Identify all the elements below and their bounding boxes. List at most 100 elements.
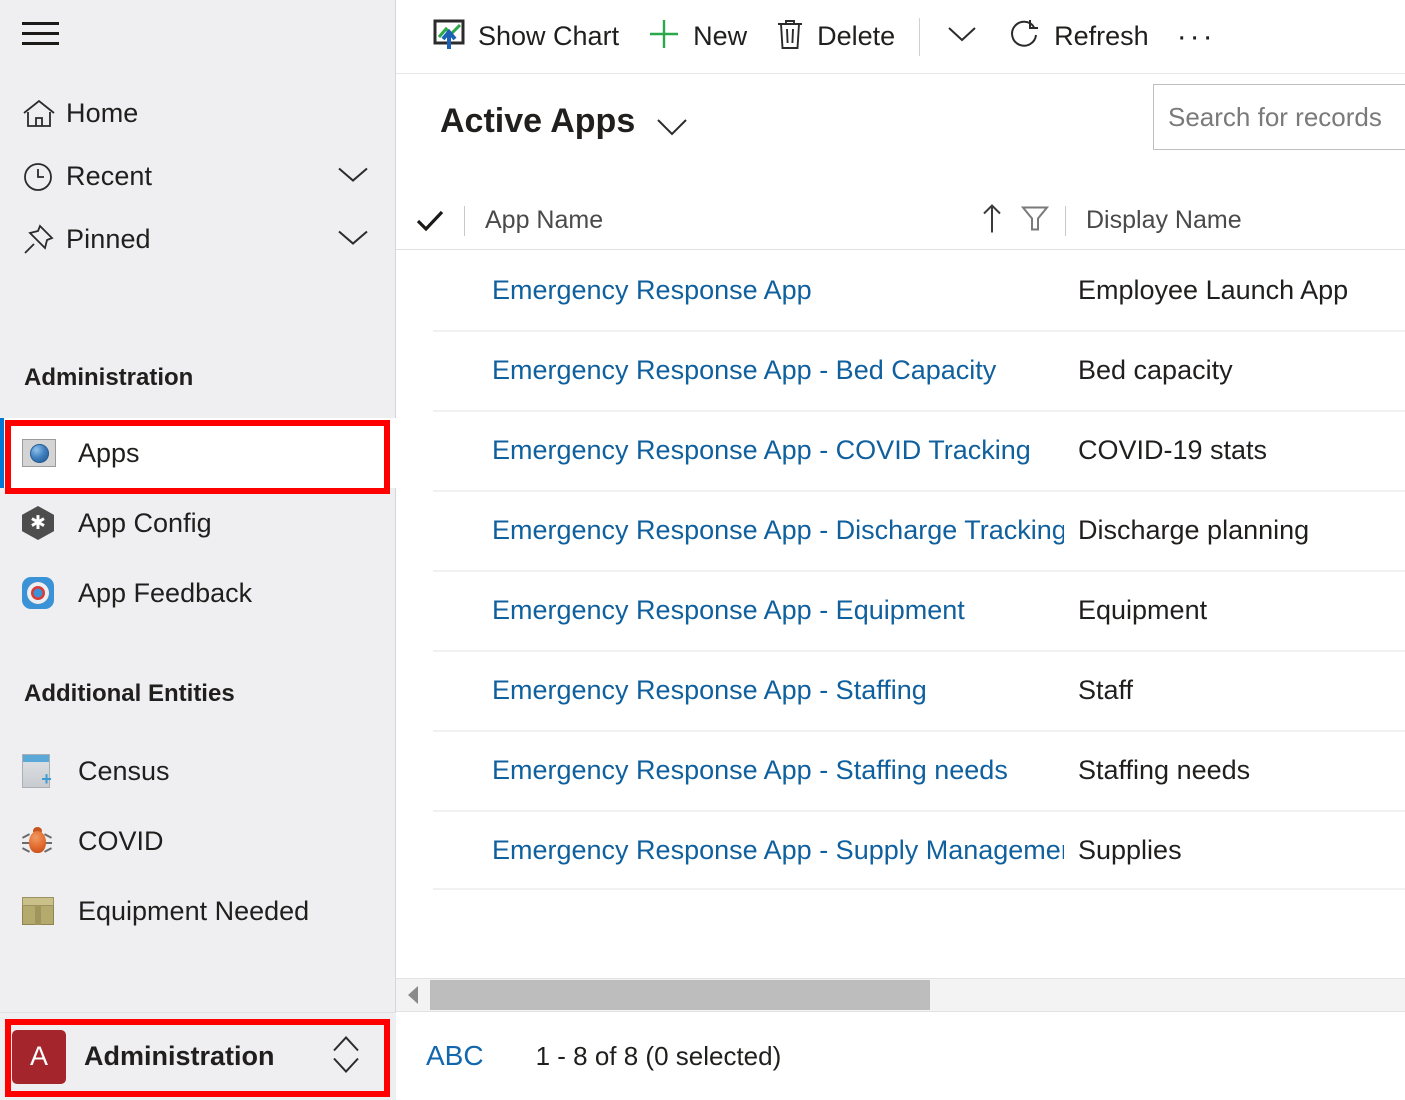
- sidebar-item-label: Census: [78, 755, 170, 786]
- sidebar-item-covid[interactable]: COVID: [0, 806, 396, 876]
- column-header-display-name[interactable]: Display Name: [1066, 192, 1242, 250]
- sidebar-item-census[interactable]: + Census: [0, 736, 396, 806]
- display-name-text: Discharge planning: [1078, 514, 1310, 545]
- row-display-name-cell: Employee Launch App: [1064, 275, 1405, 306]
- sidebar-item-pinned[interactable]: Pinned: [0, 208, 396, 271]
- row-app-name-cell[interactable]: Emergency Response App - Supply Manageme…: [464, 835, 1064, 866]
- grid-column-headers: App Name Display Name: [396, 192, 1405, 250]
- app-name-link[interactable]: Emergency Response App - Bed Capacity: [492, 355, 996, 385]
- hexagon-gear-icon: ✱: [22, 506, 78, 540]
- display-name-text: COVID-19 stats: [1078, 434, 1268, 465]
- hamburger-menu-icon[interactable]: [22, 21, 59, 48]
- chevron-down-icon[interactable]: [336, 164, 370, 189]
- document-plus-icon: +: [22, 754, 78, 788]
- box-icon: [22, 897, 78, 925]
- table-row[interactable]: Emergency Response App - COVID Tracking …: [396, 410, 1405, 490]
- view-header: Active Apps: [396, 74, 1405, 192]
- app-name-link[interactable]: Emergency Response App: [492, 275, 812, 305]
- display-name-text: Staffing needs: [1078, 754, 1251, 785]
- clock-icon: [22, 161, 66, 193]
- table-row[interactable]: Emergency Response App - Staffing Staff: [396, 650, 1405, 730]
- show-chart-button[interactable]: Show Chart: [418, 11, 633, 63]
- row-display-name-cell: COVID-19 stats: [1064, 435, 1405, 466]
- horizontal-scrollbar[interactable]: [396, 978, 1405, 1012]
- row-display-name-cell: Equipment: [1064, 595, 1405, 626]
- view-selector-chevron-down-icon[interactable]: [654, 116, 690, 143]
- app-root: Home Recent Pinned Administration Apps ✱…: [0, 0, 1405, 1100]
- view-title: Active Apps: [440, 102, 636, 140]
- row-display-name-cell: Staffing needs: [1064, 755, 1405, 786]
- row-app-name-cell[interactable]: Emergency Response App - Staffing needs: [464, 755, 1064, 786]
- column-header-label: Display Name: [1086, 206, 1242, 234]
- column-header-app-name[interactable]: App Name: [465, 192, 1065, 250]
- scroll-left-arrow-icon[interactable]: [396, 984, 430, 1006]
- alpha-filter-link[interactable]: ABC: [426, 1040, 484, 1072]
- app-name-link[interactable]: Emergency Response App - Discharge Track…: [492, 515, 1064, 545]
- row-display-name-cell: Supplies: [1064, 835, 1405, 866]
- search-input[interactable]: [1154, 85, 1405, 149]
- refresh-icon: [1008, 17, 1042, 56]
- command-bar: Show Chart New Delete Refresh ···: [396, 0, 1405, 74]
- sidebar-item-label: App Config: [78, 507, 212, 538]
- sidebar-item-equipment-needed[interactable]: Equipment Needed: [0, 876, 396, 946]
- display-name-text: Supplies: [1078, 834, 1182, 865]
- row-app-name-cell[interactable]: Emergency Response App - Discharge Track…: [464, 515, 1064, 546]
- table-row[interactable]: Emergency Response App - Equipment Equip…: [396, 570, 1405, 650]
- row-app-name-cell[interactable]: Emergency Response App - Bed Capacity: [464, 355, 1064, 386]
- chevron-down-icon: [946, 24, 978, 49]
- refresh-label: Refresh: [1054, 21, 1149, 51]
- sidebar-item-home[interactable]: Home: [0, 82, 396, 145]
- chevron-up-down-icon[interactable]: [330, 1033, 362, 1080]
- sidebar-item-app-config[interactable]: ✱ App Config: [0, 488, 396, 558]
- record-count-label: 1 - 8 of 8 (0 selected): [535, 1040, 782, 1071]
- display-name-text: Equipment: [1078, 594, 1208, 625]
- row-app-name-cell[interactable]: Emergency Response App - COVID Tracking: [464, 435, 1064, 466]
- app-name-link[interactable]: Emergency Response App - Equipment: [492, 595, 965, 625]
- app-name-link[interactable]: Emergency Response App - COVID Tracking: [492, 435, 1031, 465]
- show-chart-label: Show Chart: [478, 21, 620, 51]
- new-button[interactable]: New: [633, 11, 761, 63]
- new-label: New: [693, 21, 748, 51]
- search-records-box[interactable]: [1153, 84, 1405, 150]
- table-row[interactable]: Emergency Response App Employee Launch A…: [396, 250, 1405, 330]
- sidebar-item-recent[interactable]: Recent: [0, 145, 396, 208]
- display-name-text: Bed capacity: [1078, 354, 1233, 385]
- sidebar-item-label: Pinned: [66, 224, 151, 254]
- app-name-link[interactable]: Emergency Response App - Staffing: [492, 675, 927, 705]
- scrollbar-thumb[interactable]: [430, 980, 930, 1010]
- filter-funnel-icon[interactable]: [1020, 203, 1050, 238]
- chevron-down-icon[interactable]: [336, 227, 370, 252]
- delete-label: Delete: [817, 21, 896, 51]
- sidebar-item-app-feedback[interactable]: App Feedback: [0, 558, 396, 628]
- area-badge: A: [12, 1029, 66, 1084]
- row-app-name-cell[interactable]: Emergency Response App - Equipment: [464, 595, 1064, 626]
- sidebar-primary-nav: Home Recent Pinned: [0, 82, 396, 271]
- sidebar-item-label: Apps: [78, 437, 140, 468]
- sidebar-item-apps[interactable]: Apps: [0, 418, 396, 488]
- overflow-menu-button[interactable]: ···: [1163, 20, 1230, 54]
- delete-button[interactable]: Delete: [761, 11, 909, 63]
- chart-icon: [432, 17, 466, 56]
- sidebar-group-title: Administration: [24, 364, 194, 391]
- row-display-name-cell: Bed capacity: [1064, 355, 1405, 386]
- table-row[interactable]: Emergency Response App - Supply Manageme…: [396, 810, 1405, 890]
- life-ring-icon: [22, 577, 78, 609]
- area-switcher[interactable]: A Administration: [0, 1012, 396, 1100]
- pin-icon: [22, 223, 66, 256]
- delete-dropdown-button[interactable]: [930, 11, 994, 63]
- table-row[interactable]: Emergency Response App - Bed Capacity Be…: [396, 330, 1405, 410]
- command-separator: [919, 17, 921, 56]
- refresh-button[interactable]: Refresh: [994, 11, 1163, 63]
- row-app-name-cell[interactable]: Emergency Response App: [464, 275, 1064, 306]
- trash-icon: [775, 17, 805, 56]
- sidebar-item-label: Home: [66, 98, 139, 128]
- sidebar-group-title: Additional Entities: [24, 680, 235, 707]
- table-row[interactable]: Emergency Response App - Staffing needs …: [396, 730, 1405, 810]
- table-row[interactable]: Emergency Response App - Discharge Track…: [396, 490, 1405, 570]
- app-name-link[interactable]: Emergency Response App - Staffing needs: [492, 755, 1008, 785]
- select-all-checkmark-icon[interactable]: [396, 208, 464, 234]
- app-name-link[interactable]: Emergency Response App - Supply Manageme…: [492, 835, 1064, 865]
- sort-ascending-icon[interactable]: [981, 202, 1003, 239]
- row-app-name-cell[interactable]: Emergency Response App - Staffing: [464, 675, 1064, 706]
- display-name-text: Employee Launch App: [1078, 274, 1349, 305]
